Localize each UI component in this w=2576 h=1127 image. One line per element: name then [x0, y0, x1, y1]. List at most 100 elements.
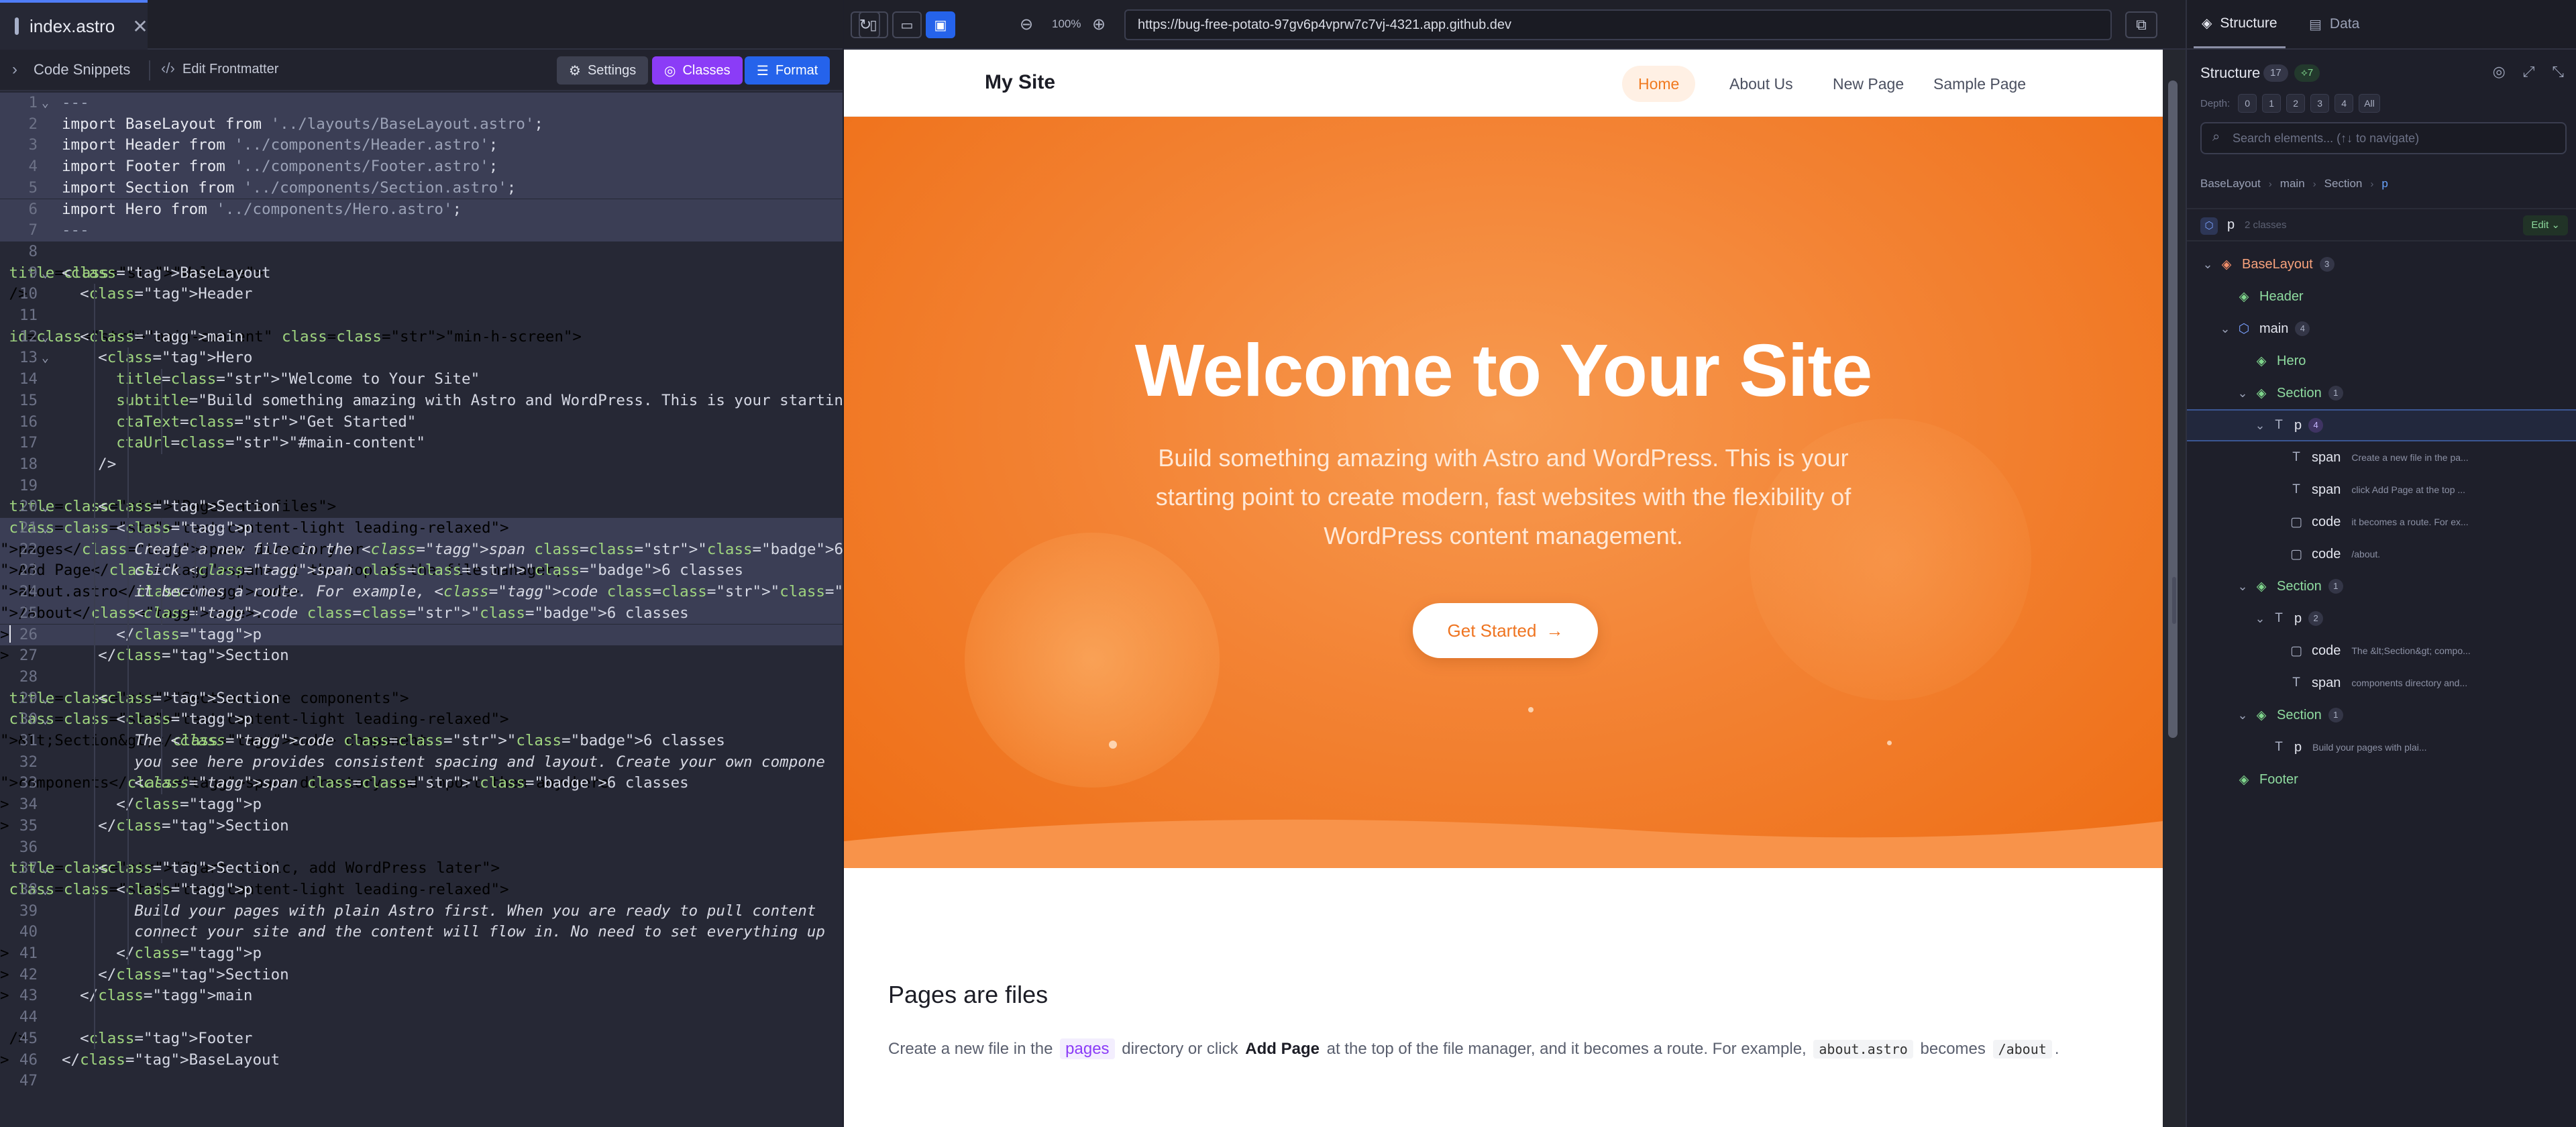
chevron-down-icon[interactable]: ⌄ — [2235, 386, 2250, 400]
tree-node[interactable]: ◈ Hero — [2187, 345, 2576, 377]
tree-node[interactable]: ⌄ ◈ Section 1 — [2187, 377, 2576, 409]
fold-chevron-icon[interactable]: ⌄ — [42, 709, 49, 731]
code-line[interactable]: 20 ⌄ <class="tag">Section title=class="st… — [0, 496, 843, 518]
code-line[interactable]: 1 ⌄ --- — [0, 93, 843, 114]
code-line[interactable]: 41 </class="tagg">p > — [0, 943, 843, 965]
code-line[interactable]: 18 /> — [0, 454, 843, 476]
fold-chevron-icon[interactable]: ⌄ — [42, 263, 49, 284]
chevron-right-icon[interactable]: › — [12, 60, 17, 79]
depth-2-button[interactable]: 2 — [2286, 94, 2306, 113]
tree-node[interactable]: Tp Build your pages with plai... — [2187, 731, 2576, 763]
tree-node[interactable]: ⌄ ◈ BaseLayout 3 — [2187, 248, 2576, 280]
code-line[interactable]: 21 ⌄ <class="tagg">p class=class="str">"t… — [0, 518, 843, 539]
code-line[interactable]: 26 </class="tagg">p > — [0, 624, 843, 646]
breadcrumb-item[interactable]: BaseLayout — [2200, 177, 2261, 191]
nav-new-page[interactable]: New Page — [1817, 66, 1920, 102]
code-line[interactable]: 29 ⌄ <class="tag">Section title=class="st… — [0, 688, 843, 710]
code-line[interactable]: 25 <class="tagg">code class=class="str">… — [0, 602, 843, 625]
code-line[interactable]: 46 </class="tag">BaseLayout > — [0, 1050, 843, 1071]
fold-chevron-icon[interactable]: ⌄ — [42, 879, 49, 901]
fold-chevron-icon[interactable]: ⌄ — [42, 347, 49, 369]
depth-3-button[interactable]: 3 — [2310, 94, 2330, 113]
pane-resize-handle[interactable] — [2172, 577, 2176, 624]
code-line[interactable]: 34 </class="tagg">p > — [0, 794, 843, 816]
code-line[interactable]: 15 subtitle="Build something amazing wit… — [0, 390, 843, 412]
nav-sample-page[interactable]: Sample Page — [1917, 66, 2042, 102]
tree-node[interactable]: Tspan Create a new file in the pa... — [2187, 441, 2576, 474]
depth-4-button[interactable]: 4 — [2334, 94, 2354, 113]
code-snippets-toggle[interactable]: Code Snippets — [34, 61, 130, 78]
code-line[interactable]: 24 it becomes a route. For example, <cla… — [0, 582, 843, 603]
tab-structure[interactable]: ◈ Structure — [2194, 0, 2286, 48]
chevron-down-icon[interactable]: ⌄ — [2253, 419, 2267, 433]
nav-about-us[interactable]: About Us — [1713, 66, 1809, 102]
nav-home[interactable]: Home — [1622, 66, 1696, 102]
code-area[interactable]: 1 ⌄ --- 2 import BaseLayout from '../layouts… — [0, 93, 843, 1127]
fold-chevron-icon[interactable]: ⌄ — [42, 496, 49, 518]
chevron-down-icon[interactable]: ⌄ — [2200, 258, 2215, 272]
fold-chevron-icon[interactable]: ⌄ — [42, 858, 49, 879]
code-line[interactable]: 43 </class="tagg">main > — [0, 985, 843, 1007]
code-line[interactable]: 4 import Footer from '../components/Foote… — [0, 156, 843, 178]
classes-button[interactable]: ◎ Classes — [652, 56, 743, 85]
code-line[interactable]: 30 ⌄ <class="tagg">p class=class="str">"t… — [0, 709, 843, 731]
chevron-down-icon[interactable]: ⌄ — [2218, 322, 2233, 336]
target-icon[interactable]: ◎ — [2493, 63, 2506, 80]
breadcrumb-item[interactable]: Section — [2324, 177, 2363, 191]
code-line[interactable]: 40 connect your site and the content wil… — [0, 922, 843, 943]
code-line[interactable]: 5 import Section from '../components/Sect… — [0, 177, 843, 199]
file-tab[interactable]: index.astro ✕ — [0, 0, 148, 50]
code-line[interactable]: 44 — [0, 1007, 843, 1028]
element-search-input[interactable] — [2233, 123, 2561, 153]
tab-data[interactable]: ▤ Data — [2301, 0, 2367, 48]
code-line[interactable]: 23 click <class="tagg">span class=class=… — [0, 560, 843, 582]
code-line[interactable]: 38 ⌄ <class="tagg">p class=class="str">"t… — [0, 879, 843, 901]
depth-0-button[interactable]: 0 — [2238, 94, 2257, 113]
collapse-icon[interactable]: ⤡ — [2552, 63, 2564, 80]
chevron-down-icon[interactable]: ⌄ — [2235, 580, 2250, 594]
code-line[interactable]: 33 <class="tagg">span class=class="str">… — [0, 773, 843, 794]
tree-node[interactable]: Tspan components directory and... — [2187, 667, 2576, 699]
tree-node[interactable]: ◈ Header — [2187, 280, 2576, 313]
get-started-button[interactable]: Get Started → — [1413, 603, 1598, 658]
chevron-down-icon[interactable]: ⌄ — [2253, 612, 2267, 626]
code-line[interactable]: 12 ⌄ <class="tagg">main id=class="str">"m… — [0, 327, 843, 348]
fold-chevron-icon[interactable]: ⌄ — [42, 327, 49, 348]
fold-chevron-icon[interactable]: ⌄ — [42, 518, 49, 539]
code-line[interactable]: 45 <class="tag">Footer /> — [0, 1028, 843, 1050]
zoom-out-icon[interactable]: ⊖ — [1020, 15, 1033, 34]
code-line[interactable]: 27 </class="tag">Section > — [0, 645, 843, 667]
url-bar[interactable]: https://bug-free-potato-97gv6p4vprw7c7vj… — [1124, 9, 2112, 40]
code-line[interactable]: 19 — [0, 476, 843, 497]
code-line[interactable]: 37 ⌄ <class="tag">Section title=class="st… — [0, 858, 843, 879]
tree-node[interactable]: Tspan click Add Page at the top ... — [2187, 474, 2576, 506]
tree-node[interactable]: ▢ code/about. — [2187, 538, 2576, 570]
code-line[interactable]: 3 import Header from '../components/Heade… — [0, 135, 843, 157]
code-line[interactable]: 8 — [0, 241, 843, 263]
code-line[interactable]: 28 — [0, 667, 843, 688]
code-line[interactable]: 16 ctaText=class="str">"Get Started" — [0, 412, 843, 433]
code-line[interactable]: 10 <class="tag">Header /> — [0, 284, 843, 305]
tree-node[interactable]: ⌄ ⬡ main 4 — [2187, 313, 2576, 345]
code-line[interactable]: 9 ⌄ <class="tag">BaseLayout title=class="s… — [0, 263, 843, 284]
preview-scrollbar-thumb[interactable] — [2168, 80, 2178, 738]
edit-element-button[interactable]: Edit ⌄ — [2523, 215, 2568, 235]
fold-chevron-icon[interactable]: ⌄ — [42, 688, 49, 710]
code-line[interactable]: 22 Create a new file in the <class="tagg… — [0, 539, 843, 561]
zoom-in-icon[interactable]: ⊕ — [1092, 15, 1106, 34]
depth-all-button[interactable]: All — [2359, 94, 2380, 113]
tree-node[interactable]: ▢ code The &lt;Section&gt; compo... — [2187, 635, 2576, 667]
depth-1-button[interactable]: 1 — [2262, 94, 2282, 113]
format-button[interactable]: ☰ Format — [745, 56, 830, 85]
code-line[interactable]: 2 import BaseLayout from '../layouts/Base… — [0, 113, 843, 136]
expand-icon[interactable]: ⤢ — [2523, 63, 2535, 80]
refresh-button[interactable]: ↻ — [851, 11, 880, 38]
code-line[interactable]: 14 title=class="str">"Welcome to Your Si… — [0, 369, 843, 390]
settings-button[interactable]: ⚙ Settings — [557, 56, 649, 85]
tree-node[interactable]: ⌄ Tp 4 — [2187, 409, 2576, 441]
open-external-button[interactable]: ⧉ — [2125, 11, 2157, 38]
tablet-view-button[interactable]: ▭ — [892, 11, 922, 38]
desktop-view-button[interactable]: ▣ — [926, 11, 955, 38]
code-line[interactable]: 31 The <class="tagg">code class=class="s… — [0, 731, 843, 752]
code-line[interactable]: 11 — [0, 305, 843, 327]
